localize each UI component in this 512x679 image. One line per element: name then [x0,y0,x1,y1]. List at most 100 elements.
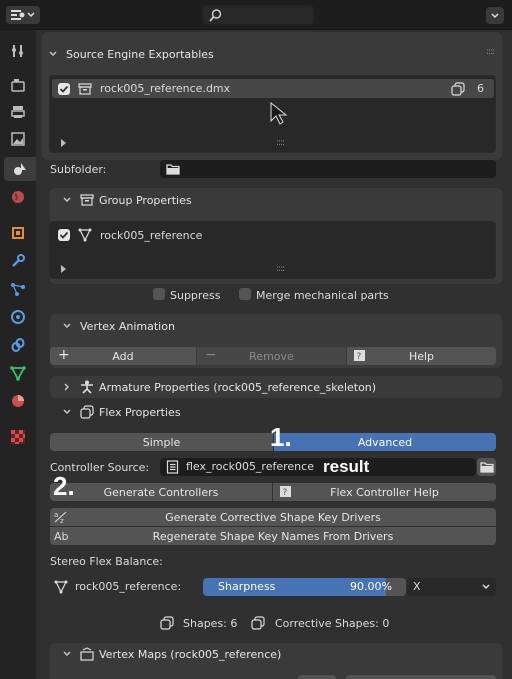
stereo-flex-label: Stereo Flex Balance: [50,555,163,568]
browse-folder-button[interactable] [477,458,496,476]
group-item-checkbox[interactable] [58,229,70,241]
mode-simple-button[interactable]: Simple [50,433,273,451]
header-bar [0,0,512,30]
list-resize-icon[interactable]: :::: [276,138,285,148]
help-icon: ? [280,486,291,498]
chevron-down-icon [63,323,71,328]
sharpness-slider[interactable]: Sharpness 90.00% [203,578,406,596]
generate-controllers-label: Generate Controllers [103,485,219,499]
folder-icon [480,462,494,473]
partial-button[interactable] [346,675,496,679]
scene-tab[interactable] [4,157,36,181]
shape-keys-icon [80,405,94,419]
generate-corrective-label: Generate Corrective Shape Key Drivers [165,510,381,524]
checker-icon [11,430,25,444]
object-tab[interactable] [6,221,30,245]
search-input[interactable] [202,5,314,25]
chevron-down-icon [63,409,71,414]
flex-properties-header[interactable]: Flex Properties [62,401,181,423]
plus-icon: + [58,347,70,363]
add-button[interactable]: + Add [50,347,196,365]
image-icon [11,132,25,146]
mode-advanced-button[interactable]: Advanced [274,433,496,451]
physics-icon [11,310,25,324]
list-expand-icon[interactable] [61,265,66,273]
shapes-count: Shapes: 6 [183,617,238,630]
armature-properties-header[interactable]: Armature Properties (rock005_reference_s… [62,376,376,398]
merge-mechanical-checkbox[interactable] [239,288,251,300]
help-button[interactable]: ? Help [347,347,496,365]
output-tab[interactable] [6,100,30,124]
drag-handle-icon[interactable]: :::: [486,47,495,57]
svg-text:a: a [54,511,58,519]
partial-button[interactable] [298,675,336,679]
axis-dropdown[interactable]: X [407,578,496,596]
generate-controllers-button[interactable]: Generate Controllers [50,483,272,501]
controller-source-value: flex_rock005_reference [186,460,314,473]
collection-icon [80,194,94,206]
text-ab-icon: Ab [54,530,69,543]
chevron-down-icon [27,12,35,18]
group-properties-header[interactable]: Group Properties [62,189,192,211]
axis-value: X [413,580,421,593]
remove-button[interactable]: − Remove [197,347,346,365]
flex-controller-help-button[interactable]: ? Flex Controller Help [273,483,496,501]
controller-source-field[interactable]: flex_rock005_reference [160,458,476,476]
editor-type-button[interactable] [6,6,40,24]
mesh-icon [78,228,92,242]
world-tab[interactable] [6,185,30,209]
suppress-checkbox[interactable] [153,288,165,300]
sharpness-label: Sharpness [218,580,276,593]
list-expand-icon[interactable] [61,139,66,147]
checkmark-icon [59,85,69,93]
mesh-icon [54,580,68,594]
panel-title: Vertex Maps (rock005_reference) [99,647,282,661]
corrective-shapes-count: Corrective Shapes: 0 [275,617,390,630]
svg-text:?: ? [357,352,362,362]
modifiers-tab[interactable] [6,249,30,273]
armature-icon [81,380,93,394]
constraints-tab[interactable] [6,333,30,357]
regenerate-names-button[interactable]: Ab Regenerate Shape Key Names From Drive… [50,527,496,545]
svg-text:z: z [60,517,64,524]
panel-title: Source Engine Exportables [66,47,214,61]
subfolder-field[interactable] [160,160,496,178]
properties-editor-icon [11,10,25,20]
group-item-name: rock005_reference [100,229,203,242]
list-resize-icon[interactable]: :::: [276,264,285,274]
checkmark-icon [59,231,69,239]
chevron-down-icon [482,584,490,590]
tool-tab[interactable] [6,39,30,63]
world-icon [12,191,24,203]
mesh-data-icon [10,366,26,381]
flex-controller-help-label: Flex Controller Help [330,485,439,499]
vertex-animation-header[interactable]: Vertex Animation [62,315,175,337]
render-tab[interactable] [6,73,30,97]
material-tab[interactable] [6,389,30,413]
vertex-maps-header[interactable]: Vertex Maps (rock005_reference) [62,643,281,665]
tool-icon [12,45,23,57]
chevron-down-icon [63,197,71,202]
list-item-count: 6 [477,82,484,95]
options-dropdown[interactable] [486,7,504,24]
text-file-icon [166,460,179,474]
svg-text:?: ? [283,488,288,498]
help-icon: ? [354,350,365,362]
export-checkbox[interactable] [58,83,70,95]
search-icon [209,9,222,22]
generate-corrective-button[interactable]: az Generate Corrective Shape Key Drivers [50,508,496,526]
properties-content: Source Engine Exportables :::: rock005_r… [40,30,506,679]
panel-title: Vertex Animation [80,319,175,333]
physics-tab[interactable] [6,305,30,329]
particles-tab[interactable] [6,277,30,301]
annotation-result: result [323,457,370,476]
data-tab[interactable] [6,361,30,385]
svg-text:Ab: Ab [54,530,69,543]
texture-tab[interactable] [6,425,30,449]
add-label: Add [112,349,134,363]
view-layer-tab[interactable] [6,127,30,151]
vertex-group-icon [80,647,94,661]
minus-icon: − [205,347,217,363]
source-engine-header[interactable]: Source Engine Exportables [48,43,214,65]
object-icon [12,227,24,239]
